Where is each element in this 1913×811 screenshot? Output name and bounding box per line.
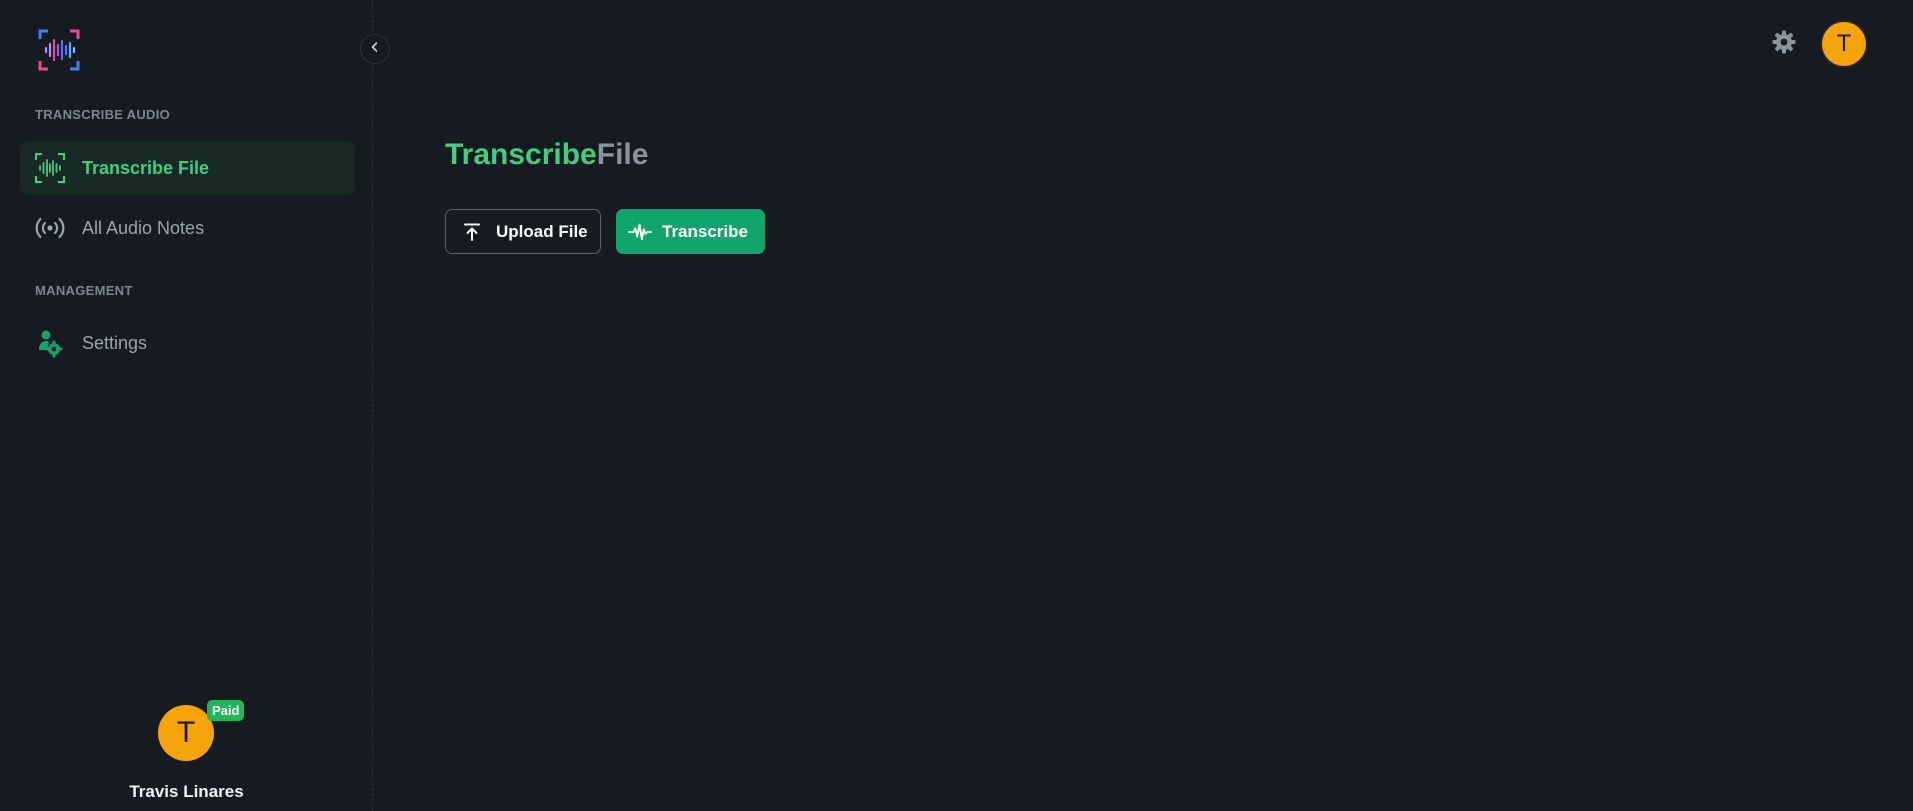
sidebar-item-all-audio-notes[interactable]: All Audio Notes: [20, 201, 354, 255]
transcribe-button[interactable]: Transcribe: [616, 209, 765, 254]
page-title: TranscribeFile: [445, 138, 648, 172]
avatar-letter: T: [1836, 30, 1852, 57]
audio-wave-icon: [628, 220, 652, 244]
sidebar-item-label: All Audio Notes: [82, 217, 205, 238]
app-window: TRANSCRIBE AUDIO Transcribe File All Aud…: [0, 0, 1913, 811]
gear-icon: [1771, 29, 1797, 60]
user-name: Travis Linares: [129, 782, 244, 801]
settings-button[interactable]: [1770, 30, 1798, 58]
account-avatar[interactable]: T: [1822, 22, 1866, 66]
waveform-icon: [34, 152, 66, 184]
sidebar-item-settings[interactable]: Settings: [20, 316, 354, 370]
page-title-primary: Transcribe: [445, 138, 597, 171]
upload-icon: [460, 220, 484, 244]
collapse-sidebar-button[interactable]: [360, 34, 390, 64]
sidebar-item-label: Settings: [82, 332, 148, 353]
upload-file-button[interactable]: Upload File: [445, 209, 601, 254]
sidebar-item-transcribe-file[interactable]: Transcribe File: [20, 141, 354, 195]
upload-file-label: Upload File: [496, 221, 588, 241]
status-badge: Paid: [207, 700, 245, 721]
section-label-transcribe-audio: TRANSCRIBE AUDIO: [35, 107, 171, 122]
section-label-management: MANAGEMENT: [35, 283, 133, 298]
sidebar: TRANSCRIBE AUDIO Transcribe File All Aud…: [0, 0, 390, 811]
transcribe-label: Transcribe: [662, 221, 748, 241]
avatar-letter: T: [176, 716, 196, 749]
page-title-secondary: File: [596, 138, 649, 171]
settings-cogs-icon: [34, 327, 66, 359]
chevron-left-icon: [369, 40, 381, 58]
avatar[interactable]: T: [158, 705, 214, 761]
broadcast-icon: [34, 212, 66, 244]
sidebar-item-label: Transcribe File: [82, 157, 210, 178]
app-logo-icon[interactable]: [38, 29, 80, 71]
